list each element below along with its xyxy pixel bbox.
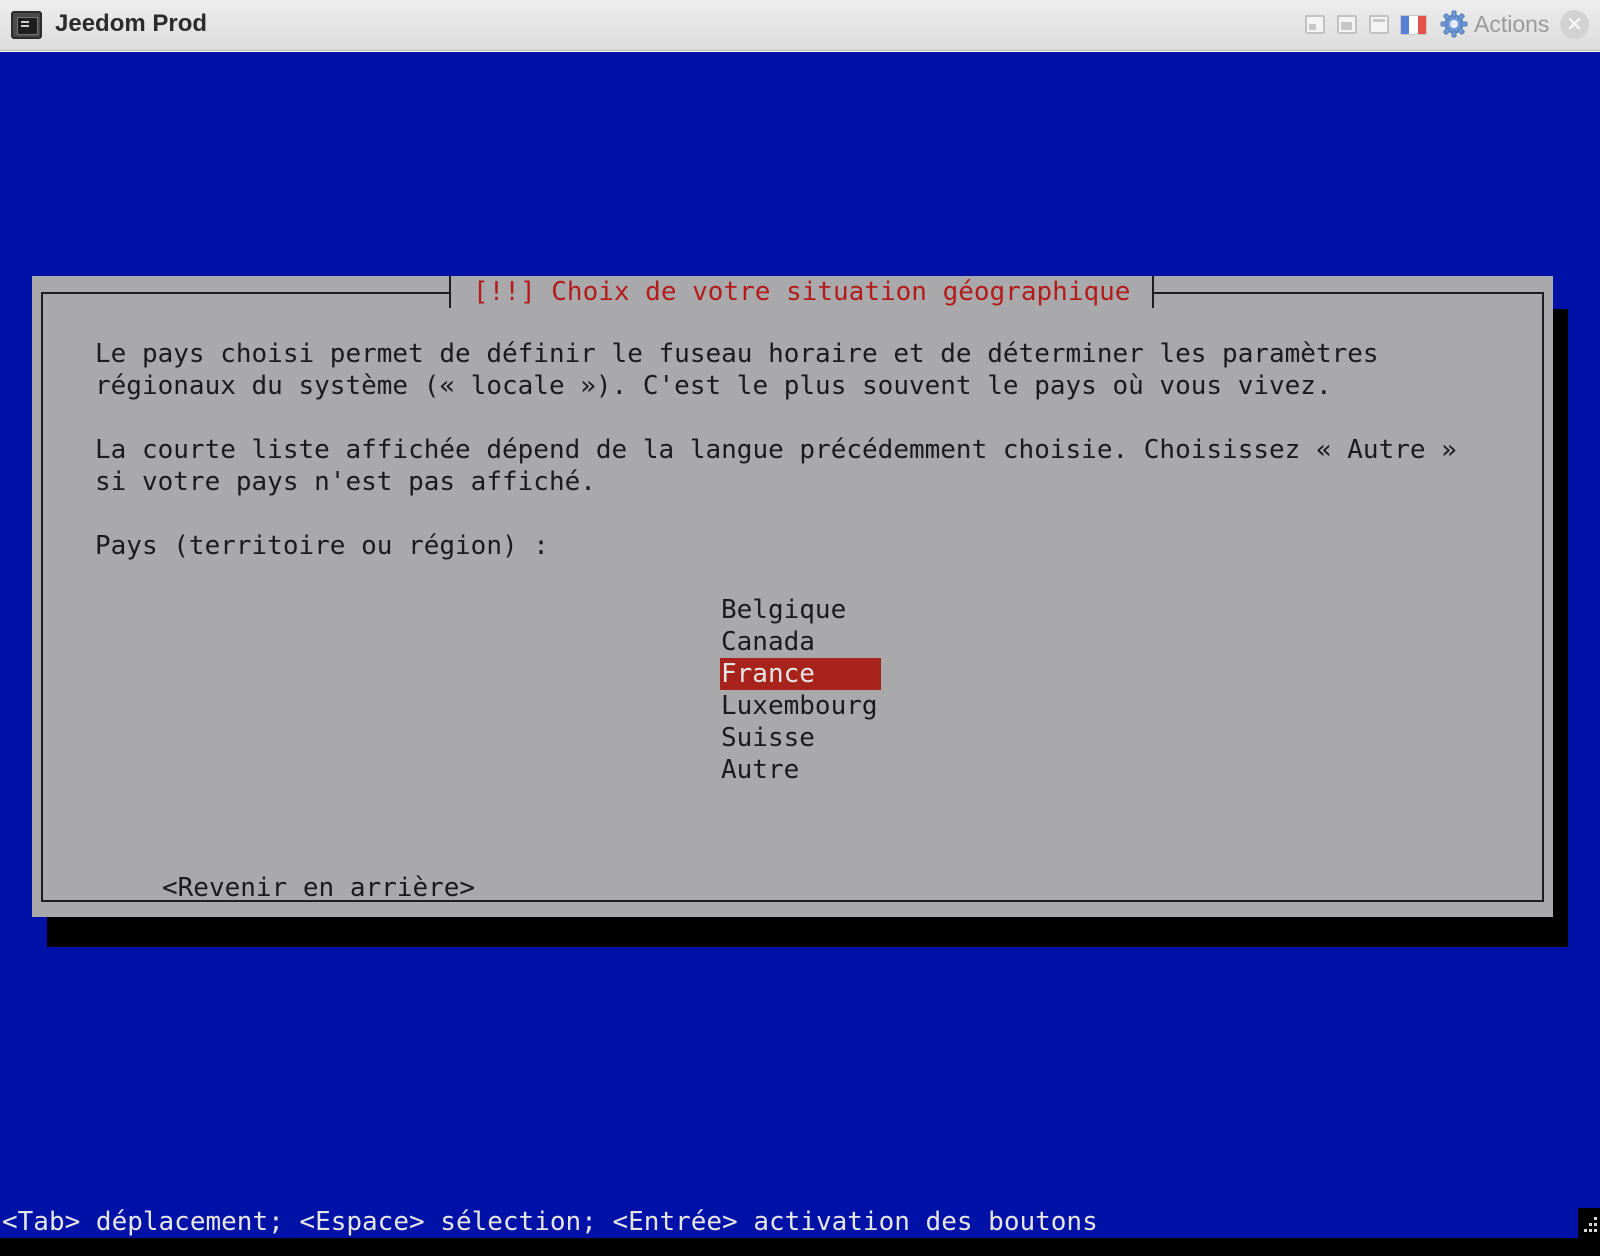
go-back-button[interactable]: <Revenir en arrière> — [162, 872, 475, 904]
country-option-autre[interactable]: Autre — [720, 754, 881, 786]
country-option-canada[interactable]: Canada — [720, 626, 881, 658]
keyboard-help-bar: <Tab> déplacement; <Espace> sélection; <… — [2, 1207, 1098, 1237]
dialog-title: [!!] Choix de votre situation géographiq… — [449, 276, 1155, 308]
description-line: La courte liste affichée dépend de la la… — [95, 435, 1457, 465]
country-option-suisse[interactable]: Suisse — [720, 722, 881, 754]
window-size-small-icon[interactable] — [1305, 15, 1325, 34]
description-line: régionaux du système (« locale »). C'est… — [95, 371, 1332, 401]
description-line: Le pays choisi permet de définir le fuse… — [95, 339, 1379, 369]
window-size-large-icon[interactable] — [1369, 15, 1389, 34]
description-line: si votre pays n'est pas affiché. — [95, 467, 596, 497]
country-option-belgique[interactable]: Belgique — [720, 594, 881, 626]
resize-grip-icon[interactable] — [1578, 1208, 1600, 1238]
window-title: Jeedom Prod — [55, 10, 208, 37]
gear-icon[interactable] — [1439, 9, 1469, 39]
window-titlebar: Jeedom Prod Actions ✕ — [0, 0, 1600, 51]
location-dialog: [!!] Choix de votre situation géographiq… — [32, 276, 1553, 917]
window-size-medium-icon[interactable] — [1337, 15, 1357, 34]
actions-menu[interactable]: Actions — [1474, 9, 1549, 39]
bottom-strip — [0, 1238, 1600, 1256]
console-screen[interactable]: [!!] Choix de votre situation géographiq… — [0, 52, 1600, 1256]
terminal-app-icon — [11, 11, 42, 39]
country-option-france[interactable]: France — [720, 658, 881, 690]
country-prompt: Pays (territoire ou région) : — [95, 531, 549, 561]
country-option-luxembourg[interactable]: Luxembourg — [720, 690, 881, 722]
close-icon[interactable]: ✕ — [1560, 10, 1589, 39]
french-flag-icon[interactable] — [1400, 15, 1427, 35]
